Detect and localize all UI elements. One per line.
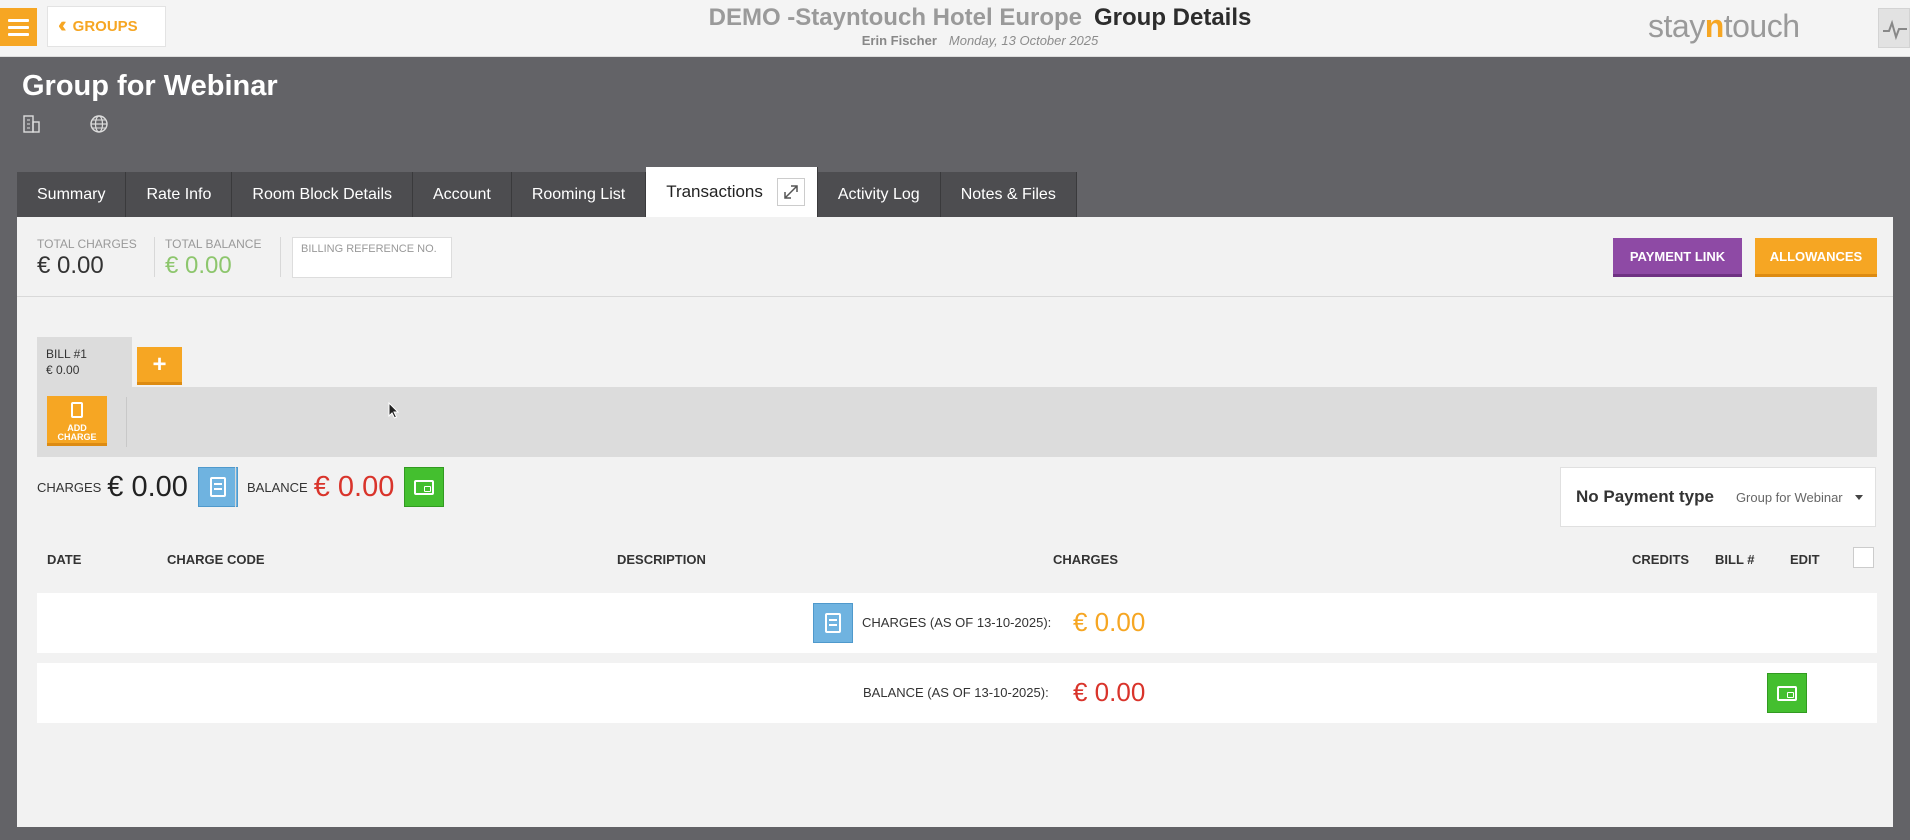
charges-total-value: € 0.00 <box>1073 607 1146 637</box>
group-tabs: Summary Rate Info Room Block Details Acc… <box>17 167 1077 217</box>
tab-notes-files[interactable]: Notes & Files <box>940 172 1077 217</box>
bill-name: BILL #1 <box>46 347 87 361</box>
activity-pulse-button[interactable] <box>1878 8 1910 48</box>
balance-total-value: € 0.00 <box>1073 677 1146 707</box>
tab-activity-log[interactable]: Activity Log <box>817 172 941 217</box>
col-bill-number: BILL # <box>1715 552 1755 567</box>
select-all-checkbox[interactable] <box>1853 547 1874 568</box>
charges-value: € 0.00 <box>107 470 188 503</box>
caret-down-icon <box>1854 494 1863 500</box>
totals-summary: TOTAL CHARGES € 0.00 TOTAL BALANCE € 0.0… <box>17 217 1893 297</box>
globe-icon[interactable] <box>89 114 109 134</box>
transactions-panel: TOTAL CHARGES € 0.00 TOTAL BALANCE € 0.0… <box>17 217 1893 827</box>
mouse-cursor-icon <box>388 402 400 419</box>
col-charges: CHARGES <box>1053 552 1119 567</box>
top-header: ‹‹ GROUPS DEMO -Stayntouch Hotel Europe G… <box>0 0 1910 57</box>
double-chevron-left-icon: ‹‹ <box>58 12 66 37</box>
payment-button[interactable] <box>404 467 445 507</box>
back-button-label: GROUPS <box>72 18 138 35</box>
page-title: Group Details <box>1094 4 1252 31</box>
receipt-icon <box>825 613 841 633</box>
business-date: Monday, 13 October 2025 <box>948 33 1099 48</box>
divider <box>280 237 281 277</box>
payment-type-selector[interactable]: No Payment type Group for Webinar <box>1560 467 1876 527</box>
charges-invoice-button[interactable] <box>813 603 853 643</box>
stayntouch-logo: stayntouch <box>1648 8 1800 44</box>
add-charge-button[interactable]: ADD CHARGE <box>47 396 107 446</box>
balance-summary: BALANCE € 0.00 <box>247 467 445 507</box>
charges-summary: CHARGES € 0.00 <box>37 467 238 507</box>
calculator-icon <box>71 402 83 418</box>
group-title: Group for Webinar <box>22 70 278 102</box>
payment-link-button[interactable]: PAYMENT LINK <box>1613 238 1742 277</box>
col-credits: CREDITS <box>1632 552 1690 567</box>
tab-room-block-details[interactable]: Room Block Details <box>232 172 413 217</box>
popout-button[interactable] <box>776 178 805 206</box>
bill-amount: € 0.00 <box>46 363 80 377</box>
tab-transactions[interactable]: Transactions <box>646 167 818 217</box>
divider <box>235 467 236 507</box>
building-icon[interactable] <box>22 114 42 134</box>
wallet-icon <box>1777 685 1797 701</box>
total-charges-value: € 0.00 <box>37 252 104 279</box>
transactions-table-header: DATE CHARGE CODE DESCRIPTION CHARGES CRE… <box>37 547 1877 578</box>
billing-reference-input[interactable]: BILLING REFERENCE NO. <box>292 237 452 278</box>
balance-value: € 0.00 <box>313 470 395 503</box>
add-bill-button[interactable]: + <box>137 347 182 385</box>
receipt-icon <box>209 477 226 497</box>
col-edit: EDIT <box>1790 552 1820 567</box>
back-to-groups-button[interactable]: ‹‹ GROUPS <box>47 6 166 47</box>
bill-tab[interactable]: BILL #1 € 0.00 <box>37 337 132 390</box>
total-balance-value: € 0.00 <box>165 252 232 279</box>
add-payment-button[interactable] <box>1767 673 1807 713</box>
col-charge-code: CHARGE CODE <box>167 552 265 567</box>
tab-account[interactable]: Account <box>413 172 512 217</box>
expand-icon <box>784 185 798 199</box>
tab-rooming-list[interactable]: Rooming List <box>511 172 647 217</box>
user-name: Erin Fischer <box>861 33 937 48</box>
charges-total-row: CHARGES (AS OF 13-10-2025): € 0.00 <box>37 593 1877 653</box>
divider <box>154 237 155 277</box>
total-charges: TOTAL CHARGES € 0.00 <box>37 237 137 279</box>
tab-rate-info[interactable]: Rate Info <box>126 172 233 217</box>
allowances-button[interactable]: ALLOWANCES <box>1755 238 1877 277</box>
bill-actions-bar: ADD CHARGE <box>37 387 1877 457</box>
divider <box>126 397 127 447</box>
hamburger-icon <box>8 18 29 22</box>
wallet-icon <box>414 479 435 495</box>
col-description: DESCRIPTION <box>617 552 706 567</box>
tab-transactions-label: Transactions <box>666 182 763 201</box>
print-invoice-button[interactable] <box>197 467 238 507</box>
balance-total-row: BALANCE (AS OF 13-10-2025): € 0.00 <box>37 663 1877 723</box>
hamburger-menu-button[interactable] <box>0 8 37 46</box>
col-date: DATE <box>47 552 82 567</box>
tab-summary[interactable]: Summary <box>17 172 127 217</box>
payment-type-select-value: Group for Webinar <box>1735 489 1843 505</box>
hotel-name: DEMO -Stayntouch Hotel Europe <box>708 4 1082 31</box>
payment-type-label: No Payment type <box>1576 487 1714 506</box>
header-center: DEMO -Stayntouch Hotel Europe Group Detai… <box>600 4 1360 48</box>
pulse-icon <box>1883 19 1907 41</box>
total-balance: TOTAL BALANCE € 0.00 <box>165 237 262 279</box>
